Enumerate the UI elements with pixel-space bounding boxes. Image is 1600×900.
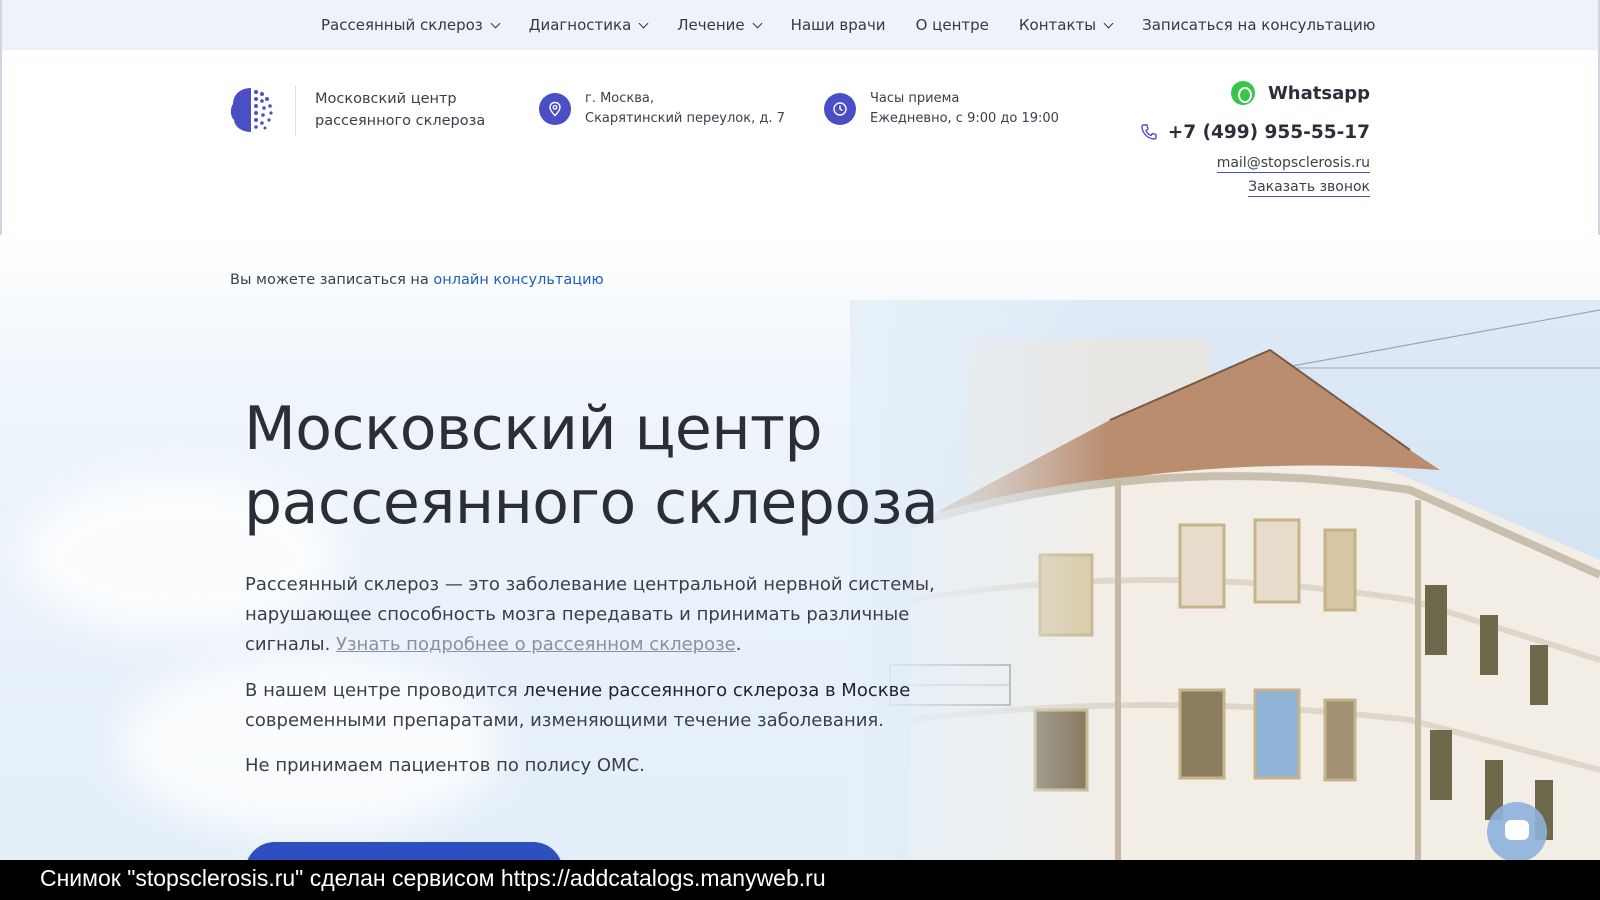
location-pin-icon <box>539 93 571 125</box>
whatsapp-icon <box>1230 81 1255 105</box>
page-title: Московский центр рассеянного склероза <box>244 392 939 540</box>
intro-end: . <box>735 634 742 655</box>
address-line-2: Скарятинский переулок, д. 7 <box>585 111 785 126</box>
address-block: г. Москва, Скарятинский переулок, д. 7 <box>539 89 785 129</box>
brain-logo-icon <box>230 88 273 132</box>
order-callback-link[interactable]: Заказать звонок <box>1248 179 1370 197</box>
treatment-prefix: В нашем центре проводится <box>245 680 524 701</box>
treatment-paragraph: В нашем центре проводится лечение рассея… <box>245 676 945 736</box>
chevron-down-icon <box>752 18 763 28</box>
nav-item-multiple-sclerosis[interactable]: Рассеянный склероз <box>321 16 501 34</box>
hours-block: Часы приема Ежедневно, с 9:00 до 19:00 <box>824 89 1059 129</box>
whatsapp-label: Whatsapp <box>1267 82 1370 104</box>
nav-item-label: Диагностика <box>528 16 632 34</box>
chat-widget-button[interactable] <box>1487 802 1547 862</box>
nav-item-label: Контакты <box>1018 16 1097 34</box>
title-line-1: Московский центр <box>244 394 823 464</box>
nav-list: Рассеянный склероз Диагностика Лечение Н… <box>321 0 1405 50</box>
chevron-down-icon <box>1103 18 1114 28</box>
top-navigation: Рассеянный склероз Диагностика Лечение Н… <box>0 0 1600 50</box>
oms-notice: Не принимаем пациентов по полису ОМС. <box>245 755 645 776</box>
online-consultation-note: Вы можете записаться на онлайн консульта… <box>230 272 604 288</box>
email-link[interactable]: mail@stopsclerosis.ru <box>1216 155 1370 173</box>
contacts-block: Whatsapp +7 (499) 955-55-17 mail@stopscl… <box>1140 80 1370 197</box>
logo-text[interactable]: Московский центр рассеянного склероза <box>315 88 485 132</box>
logo-divider <box>295 86 296 136</box>
phone-link[interactable]: +7 (499) 955-55-17 <box>1140 119 1370 145</box>
nav-item-diagnostics[interactable]: Диагностика <box>528 16 649 34</box>
intro-paragraph: Рассеянный склероз — это заболевание цен… <box>245 570 945 660</box>
online-consultation-link[interactable]: онлайн консультацию <box>433 272 603 288</box>
logo-line-2: рассеянного склероза <box>315 113 486 129</box>
nav-item-contacts[interactable]: Контакты <box>1018 16 1114 34</box>
nav-item-about[interactable]: О центре <box>916 16 989 34</box>
chevron-down-icon <box>638 18 649 28</box>
consultation-prefix: Вы можете записаться на <box>230 272 434 288</box>
building-photo <box>850 300 1600 860</box>
nav-item-book-consultation[interactable]: Записаться на консультацию <box>1142 16 1375 34</box>
nav-item-label: О центре <box>915 16 989 34</box>
nav-item-label: Записаться на консультацию <box>1142 16 1376 34</box>
clock-icon <box>824 93 856 125</box>
title-line-2: рассеянного склероза <box>244 468 939 538</box>
phone-icon <box>1141 124 1157 140</box>
hours-value: Ежедневно, с 9:00 до 19:00 <box>870 111 1059 126</box>
hours-label: Часы приема <box>870 91 960 106</box>
treatment-suffix: современными препаратами, изменяющими те… <box>245 710 884 731</box>
nav-item-treatment[interactable]: Лечение <box>677 16 763 34</box>
phone-number: +7 (499) 955-55-17 <box>1167 121 1370 143</box>
nav-item-label: Лечение <box>677 16 745 34</box>
nav-item-label: Наши врачи <box>790 16 886 34</box>
chevron-down-icon <box>490 18 501 28</box>
nav-item-doctors[interactable]: Наши врачи <box>791 16 886 34</box>
whatsapp-link[interactable]: Whatsapp <box>1140 80 1370 106</box>
logo-line-1: Московский центр <box>315 91 457 107</box>
treatment-link[interactable]: лечение рассеянного склероза в Москве <box>523 680 910 701</box>
screenshot-caption: Снимок "stopsclerosis.ru" сделан сервисо… <box>0 860 1600 900</box>
learn-more-link[interactable]: Узнать подробнее о рассеянном склерозе <box>336 634 736 655</box>
nav-item-label: Рассеянный склероз <box>321 16 483 34</box>
address-line-1: г. Москва, <box>585 91 655 106</box>
